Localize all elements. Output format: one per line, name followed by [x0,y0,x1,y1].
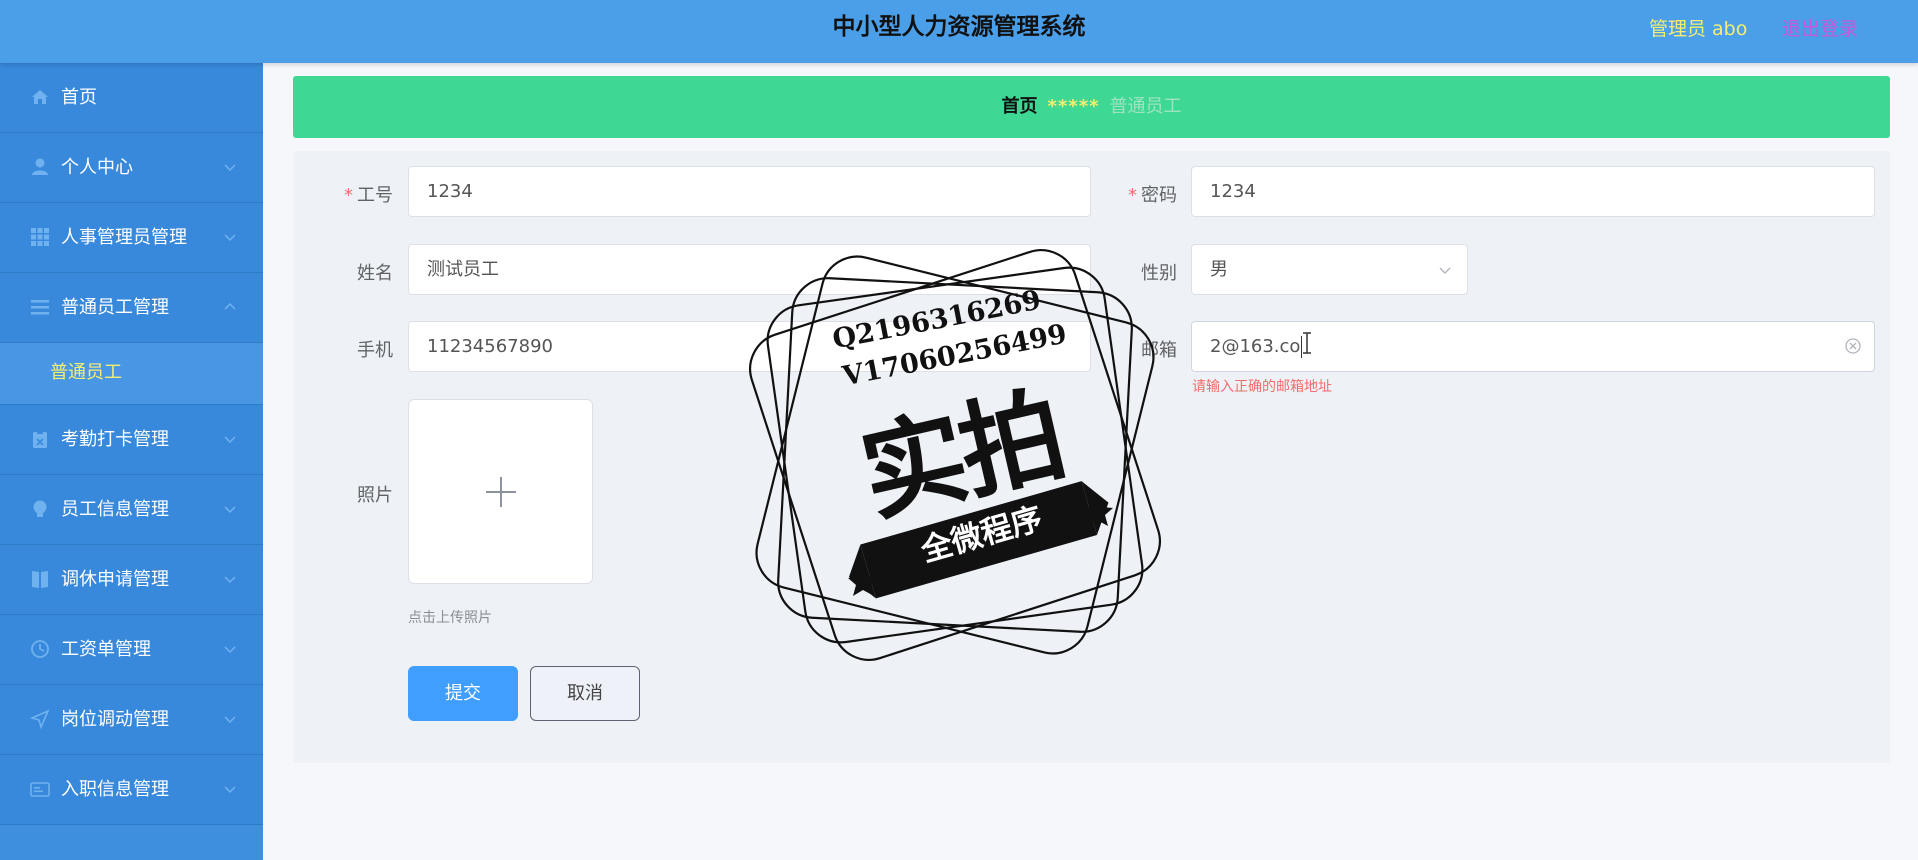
chevron-down-icon [224,164,236,172]
sidebar-item-leave[interactable]: 调休申请管理 [0,545,263,615]
sidebar-item-hr-admin[interactable]: 人事管理员管理 [0,203,263,273]
plus-icon [486,477,516,507]
sidebar-item-label: 入职信息管理 [61,779,169,800]
chevron-down-icon [224,436,236,444]
photo-uploader[interactable] [408,399,593,584]
sidebar-item-home[interactable]: 首页 [0,63,263,133]
password-input[interactable]: 1234 [1191,166,1875,217]
job-no-input[interactable]: 1234 [408,166,1091,217]
list-icon [31,300,49,315]
book-icon [32,571,48,588]
upload-tip: 点击上传照片 [408,610,492,626]
chevron-down-icon [224,646,236,654]
cancel-button[interactable]: 取消 [530,666,640,721]
breadcrumb: 首页 ***** 普通员工 [293,76,1890,138]
text-cursor-icon [1303,332,1311,354]
chevron-up-icon [224,302,236,310]
submit-button[interactable]: 提交 [408,666,518,721]
phone-input[interactable]: 11234567890 [408,321,1091,372]
sidebar-item-label: 考勤打卡管理 [61,429,169,450]
sidebar-item-label: 调休申请管理 [61,569,169,590]
sidebar: 首页 个人中心 人事管理员管理 普通员工管理 普通员工 考勤打卡管理 员工信息管… [0,63,263,860]
phone-label: 手机 [357,340,393,361]
current-user: 管理员 abo [1649,18,1748,40]
sidebar-subitem-label: 普通员工 [50,362,122,383]
sidebar-item-label: 员工信息管理 [61,499,169,520]
password-label: * 密码 [1128,185,1177,206]
clear-icon[interactable] [1844,337,1862,355]
clock-icon [31,640,49,658]
breadcrumb-current: 普通员工 [1109,96,1182,117]
sidebar-item-transfer[interactable]: 岗位调动管理 [0,685,263,755]
chevron-down-icon [224,716,236,724]
sidebar-subitem-employee[interactable]: 普通员工 [0,343,263,405]
sidebar-item-label: 首页 [61,87,97,108]
user-icon [32,158,48,175]
chevron-down-icon [224,234,236,242]
send-icon [30,709,50,729]
sidebar-item-label: 工资单管理 [61,639,151,660]
sidebar-item-onboarding[interactable]: 入职信息管理 [0,755,263,825]
top-header: 中小型人力资源管理系统 管理员 abo 退出登录 [0,0,1918,63]
app-title: 中小型人力资源管理系统 [832,14,1086,40]
sidebar-item-label: 普通员工管理 [61,297,169,318]
gender-select[interactable]: 男 [1191,244,1468,295]
sidebar-item-profile[interactable]: 个人中心 [0,133,263,203]
chevron-down-icon [224,786,236,794]
sidebar-item-label: 个人中心 [61,157,133,178]
name-input[interactable]: 测试员工 [408,244,1091,295]
clipboard-icon [33,430,47,448]
job-no-label: * 工号 [344,185,393,206]
name-label: 姓名 [357,263,393,284]
chevron-down-icon [224,576,236,584]
sidebar-item-attendance[interactable]: 考勤打卡管理 [0,405,263,475]
email-error-message: 请输入正确的邮箱地址 [1192,379,1332,395]
sidebar-item-employee-info[interactable]: 员工信息管理 [0,475,263,545]
breadcrumb-home[interactable]: 首页 [1001,96,1037,117]
email-label: 邮箱 [1141,340,1177,361]
photo-label: 照片 [357,485,393,506]
chevron-down-icon [1439,267,1451,274]
sidebar-item-label: 人事管理员管理 [61,227,187,248]
email-input[interactable]: 2@163.co [1191,321,1875,372]
sidebar-item-payroll[interactable]: 工资单管理 [0,615,263,685]
bulb-icon [33,500,47,517]
sidebar-item-employee-mgmt[interactable]: 普通员工管理 [0,273,263,343]
sidebar-item-label: 岗位调动管理 [61,709,169,730]
home-icon [32,90,48,104]
gender-label: 性别 [1141,263,1177,284]
card-icon [30,782,50,797]
grid-icon [31,228,49,246]
chevron-down-icon [224,506,236,514]
logout-link[interactable]: 退出登录 [1782,14,1858,41]
breadcrumb-separator: ***** [1047,96,1100,117]
